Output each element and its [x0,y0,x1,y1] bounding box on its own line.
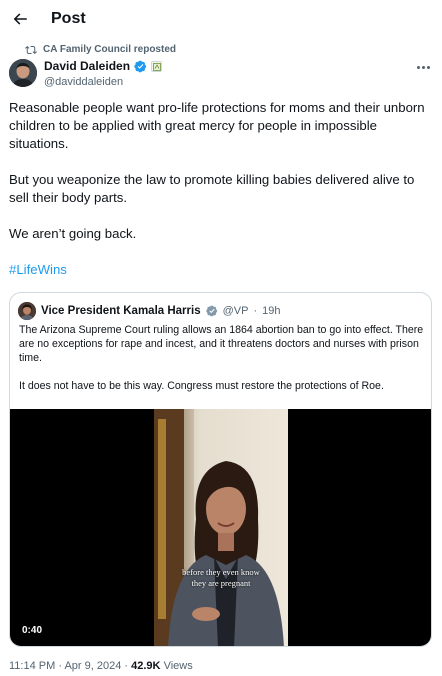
quoted-post-header: Vice President Kamala Harris @VP · 19h [18,302,280,320]
video-frame: before they even know they are pregnant [154,409,288,646]
post-text: Reasonable people want pro-life protecti… [9,99,429,297]
post-time[interactable]: 11:14 PM [9,660,55,672]
quoted-author-handle: @VP [222,305,249,317]
quoted-paragraph: It does not have to be this way. Congres… [19,380,384,392]
author-avatar-image [9,59,37,87]
quoted-avatar-image [18,302,36,320]
affiliation-logo-icon [152,62,161,71]
post-header: Post [0,0,442,38]
page-title: Post [51,10,86,27]
quoted-author-avatar [18,302,36,320]
views-label: Views [163,660,193,672]
back-button[interactable] [8,7,32,31]
views-count: 42.9K [131,660,161,672]
quoted-separator: · [253,305,258,317]
more-dot-icon [426,65,430,69]
quoted-time: 19h [262,305,281,317]
post-paragraph: Reasonable people want pro-life protecti… [9,100,425,151]
more-options-button[interactable] [414,60,432,74]
video-caption-line: they are pregnant [191,578,251,588]
verified-badge-icon [134,60,147,73]
arrow-left-icon [13,13,27,25]
more-dot-icon [416,65,420,69]
author-avatar[interactable] [9,59,37,87]
quoted-paragraph: The Arizona Supreme Court ruling allows … [19,324,424,364]
author-handle[interactable]: @daviddaleiden [44,75,123,89]
repost-icon [25,45,37,55]
meta-separator: · [58,660,63,672]
repost-indicator[interactable]: CA Family Council reposted [25,43,176,57]
video-thumbnail-image [154,409,288,646]
more-dot-icon [421,65,425,69]
author-name[interactable]: David Daleiden [44,59,130,74]
affiliation-badge-icon[interactable] [151,61,163,72]
meta-separator: · [124,660,129,672]
quoted-post-text: The Arizona Supreme Court ruling allows … [19,323,424,407]
verified-badge-icon [205,305,217,317]
post-date[interactable]: Apr 9, 2024 [64,660,121,672]
video-player[interactable]: before they even know they are pregnant … [10,409,431,646]
quoted-post[interactable]: Vice President Kamala Harris @VP · 19h T… [9,292,432,647]
video-caption-line: before they even know [182,567,260,577]
post-paragraph: But you weaponize the law to promote kil… [9,172,415,205]
video-duration-badge: 0:40 [18,623,47,638]
author-name-row: David Daleiden [44,59,163,74]
hashtag-link[interactable]: #LifeWins [9,262,67,277]
quoted-author-name: Vice President Kamala Harris [41,305,201,317]
post-paragraph: We aren’t going back. [9,226,137,241]
post-meta: 11:14 PM · Apr 9, 2024 · 42.9K Views [9,659,193,673]
repost-label: CA Family Council reposted [43,44,176,55]
